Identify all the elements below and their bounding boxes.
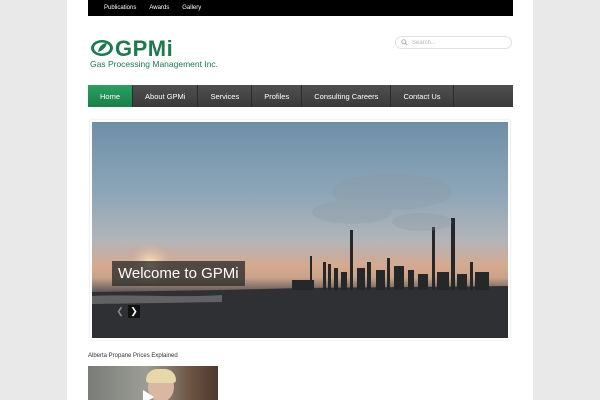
nav-item-contact[interactable]: Contact Us — [391, 85, 454, 107]
featured-video-thumbnail[interactable] — [88, 366, 218, 400]
hero-slide-image — [92, 122, 508, 338]
topbar-link-gallery[interactable]: Gallery — [182, 5, 201, 11]
chevron-right-icon[interactable]: ❯ — [128, 305, 140, 318]
logo-subtitle: Gas Processing Management Inc. — [90, 59, 219, 69]
search-icon — [401, 39, 408, 46]
refinery-skyline-image — [92, 174, 508, 338]
page-container: Publications Awards Gallery GPMi Gas Pro… — [67, 0, 533, 400]
slide-caption: Welcome to GPMi — [112, 261, 245, 286]
leaf-logo-icon — [91, 40, 113, 56]
topbar-link-awards[interactable]: Awards — [149, 5, 169, 11]
nav-item-consulting-careers[interactable]: Consulting Careers — [302, 85, 392, 107]
nav-item-about[interactable]: About GPMi — [133, 85, 199, 107]
site-logo[interactable]: GPMi Gas Processing Management Inc. — [90, 36, 240, 72]
play-icon[interactable] — [143, 390, 154, 400]
topbar-link-publications[interactable]: Publications — [104, 5, 136, 11]
hero-slider: Welcome to GPMi ❮ ❯ — [90, 120, 510, 340]
chevron-left-icon[interactable]: ❮ — [114, 305, 126, 318]
top-bar: Publications Awards Gallery — [88, 0, 513, 16]
nav-item-home[interactable]: Home — [88, 85, 134, 107]
presenter-hair — [146, 369, 176, 383]
search-box — [395, 36, 512, 49]
nav-item-profiles[interactable]: Profiles — [252, 85, 303, 107]
featured-video-title[interactable]: Alberta Propane Prices Explained — [88, 353, 178, 359]
nav-item-services[interactable]: Services — [198, 85, 253, 107]
search-input[interactable] — [412, 39, 507, 46]
main-nav: Home About GPMi Services Profiles Consul… — [88, 85, 513, 107]
